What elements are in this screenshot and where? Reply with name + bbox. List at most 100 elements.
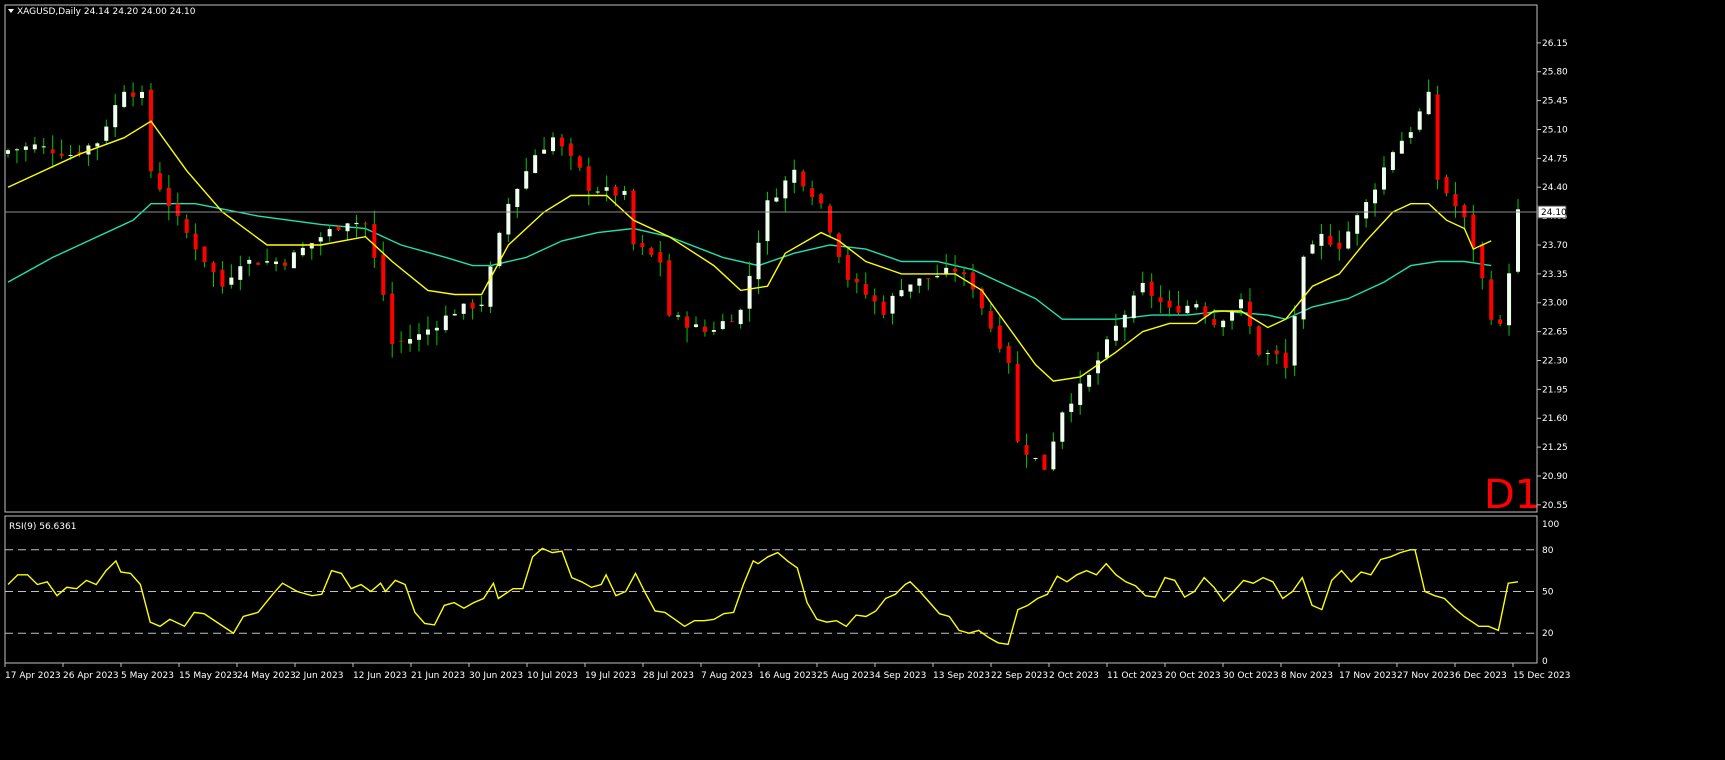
candle-bull [1060,412,1065,442]
candle-bull [1131,295,1136,319]
candle-bull [291,252,296,269]
candle-bear [59,153,64,156]
candle-bear [363,223,368,225]
candle-bull [515,188,520,208]
candle-bear [649,248,654,255]
candle-bull [1185,305,1190,314]
candle-bull [1087,374,1092,387]
candle-bull [542,149,547,154]
candle-bear [1158,297,1163,303]
candle-bear [863,284,868,295]
candle-bear [1489,279,1494,320]
candle-bull [1292,316,1297,366]
candle-bear [1256,326,1261,355]
candle-bull [1310,244,1315,254]
time-tick-label: 11 Oct 2023 [1107,671,1163,681]
candle-bear [1444,177,1449,194]
candle-bear [256,262,261,265]
time-tick-label: 25 Aug 2023 [817,671,875,681]
candle-bull [524,171,529,189]
time-tick-label: 12 Jun 2023 [353,671,407,681]
candle-bull [1230,311,1235,321]
price-tick-label: 25.10 [1542,125,1568,135]
candle-bear [926,278,931,280]
candle-bear [1247,301,1252,327]
candle-bear [962,272,967,275]
candle-bull [738,309,743,325]
candle-bear [148,89,153,172]
time-tick-label: 26 Apr 2023 [63,671,119,681]
candle-bull [1051,441,1056,470]
price-tick-label: 21.60 [1542,414,1568,424]
candle-bull [533,155,538,173]
candle-bull [6,150,10,154]
candle-bear [845,254,850,280]
candle-bull [604,187,609,191]
candle-bear [1006,345,1011,364]
candle-bear [166,187,171,207]
candle-bear [1024,444,1029,455]
candle-bull [693,324,698,328]
candle-bull [1104,339,1109,358]
candle-bull [1507,273,1512,326]
time-tick-label: 17 Nov 2023 [1339,671,1397,681]
time-tick-label: 16 Aug 2023 [759,671,817,681]
time-tick-label: 15 Dec 2023 [1513,671,1571,681]
time-tick-label: 7 Aug 2023 [701,671,753,681]
candle-bull [1426,91,1431,115]
candle-bull [443,315,448,331]
candle-bull [908,284,913,292]
candle-bull [479,304,484,306]
candle-bear [613,186,618,196]
price-tick-label: 22.30 [1542,356,1568,366]
candle-bull [327,229,332,237]
candle-bear [175,203,180,217]
time-tick-label: 2 Jun 2023 [295,671,343,681]
candle-bear [1471,214,1476,248]
candle-bull [747,275,752,309]
candle-bull [345,223,350,232]
candle-bull [1140,282,1145,293]
price-tick-label: 21.95 [1542,385,1568,395]
time-tick-label: 6 Dec 2023 [1455,671,1507,681]
time-tick-label: 10 Jul 2023 [527,671,578,681]
candle-bull [95,143,100,147]
time-tick-label: 22 Sep 2023 [991,671,1048,681]
time-tick-label: 2 Oct 2023 [1049,671,1099,681]
candle-bull [1364,202,1369,219]
rsi-tick-label: 20 [1542,629,1554,639]
candle-bull [676,315,681,317]
candle-bear [667,260,672,316]
candle-bull [1033,457,1038,459]
candle-bear [586,166,591,191]
candle-bear [470,302,475,309]
candle-bull [1194,304,1199,308]
timeframe-badge: D1 [1484,472,1540,518]
chart-canvas[interactable]: 26.1525.8025.4525.1024.7524.4024.0523.70… [0,0,1725,756]
trading-chart[interactable]: 26.1525.8025.4525.1024.7524.4024.0523.70… [0,0,1725,756]
candle-bull [1069,403,1074,413]
candle-bull [1381,167,1386,190]
candle-bull [1408,132,1413,138]
candle-bear [399,340,404,342]
candle-bull [783,180,788,199]
candle-bull [1399,140,1404,154]
candle-bear [702,326,707,332]
price-tick-label: 25.80 [1542,68,1568,78]
candle-bull [1113,325,1118,341]
price-tick-label: 23.35 [1542,270,1568,280]
candle-bull [890,295,895,314]
candle-bear [282,262,287,266]
candle-bull [1346,231,1351,249]
candle-bear [970,272,975,290]
candle-bull [1516,209,1520,272]
candle-bull [417,334,422,340]
candle-bull [1390,152,1395,170]
candle-bear [819,194,824,204]
candle-bull [300,247,305,256]
candle-bear [658,252,663,263]
candle-bear [1042,454,1047,470]
current-price-label: 24.10 [1541,208,1567,218]
candle-bull [1373,189,1378,204]
candle-bear [372,224,377,258]
